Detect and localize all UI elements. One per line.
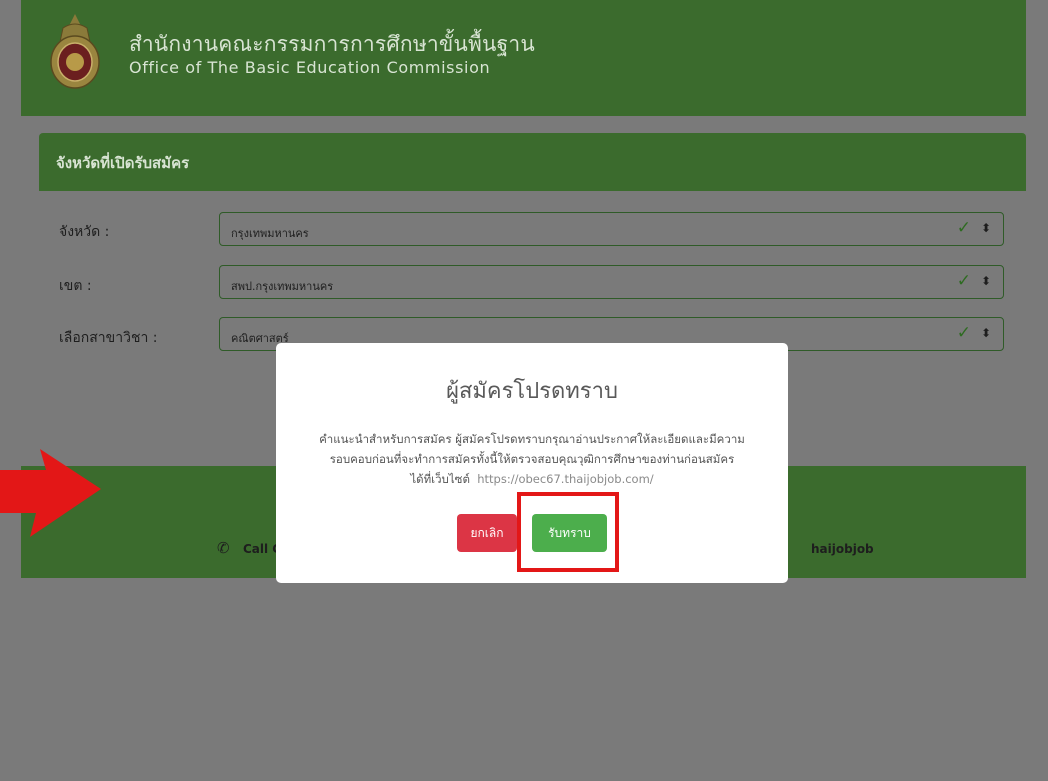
modal-body-prefix: ได้ที่เว็บไซต์ [410, 472, 470, 486]
province-label: จังหวัด : [59, 224, 110, 240]
cancel-button[interactable]: ยกเลิก [457, 514, 517, 552]
district-value: สพป.กรุงเทพมหานคร [231, 280, 334, 293]
province-value: กรุงเทพมหานคร [231, 227, 309, 240]
modal-body-line: ได้ที่เว็บไซต์ https://obec67.thaijobjob… [294, 469, 770, 489]
district-label: เขต : [59, 278, 92, 294]
modal-body: คำแนะนำสำหรับการสมัคร ผู้สมัครโปรดทราบกร… [294, 429, 770, 489]
website-link[interactable]: https://obec67.thaijobjob.com/ [477, 472, 653, 486]
check-icon: ✓ [956, 271, 971, 291]
phone-icon: ✆ [217, 539, 230, 557]
site-header: สำนักงานคณะกรรมการการศึกษาขั้นพื้นฐาน Of… [21, 0, 1026, 116]
obec-emblem-icon [50, 14, 100, 89]
social-label[interactable]: haijobjob [811, 542, 874, 556]
card-header: จังหวัดที่เปิดรับสมัคร [39, 133, 1026, 191]
check-icon: ✓ [956, 323, 971, 343]
red-arrow-icon [0, 449, 101, 537]
org-name-english: Office of The Basic Education Commission [129, 58, 491, 77]
org-name-thai: สำนักงานคณะกรรมการการศึกษาขั้นพื้นฐาน [129, 32, 535, 56]
province-select[interactable]: กรุงเทพมหานคร ✓ ⬍ [219, 212, 1004, 246]
highlight-box [517, 492, 619, 572]
subject-label: เลือกสาขาวิชา : [59, 330, 158, 346]
modal-title: ผู้สมัครโปรดทราบ [446, 379, 618, 404]
sort-caret-icon: ⬍ [980, 274, 991, 288]
sort-caret-icon: ⬍ [980, 326, 991, 340]
card-title: จังหวัดที่เปิดรับสมัคร [56, 154, 190, 172]
district-select[interactable]: สพป.กรุงเทพมหานคร ✓ ⬍ [219, 265, 1004, 299]
check-icon: ✓ [956, 218, 971, 238]
modal-body-line: รอบคอบก่อนที่จะทำการสมัครทั้งนี้ให้ตรวจส… [329, 452, 735, 466]
sort-caret-icon: ⬍ [980, 221, 991, 235]
modal-body-line: คำแนะนำสำหรับการสมัคร ผู้สมัครโปรดทราบกร… [319, 432, 745, 446]
